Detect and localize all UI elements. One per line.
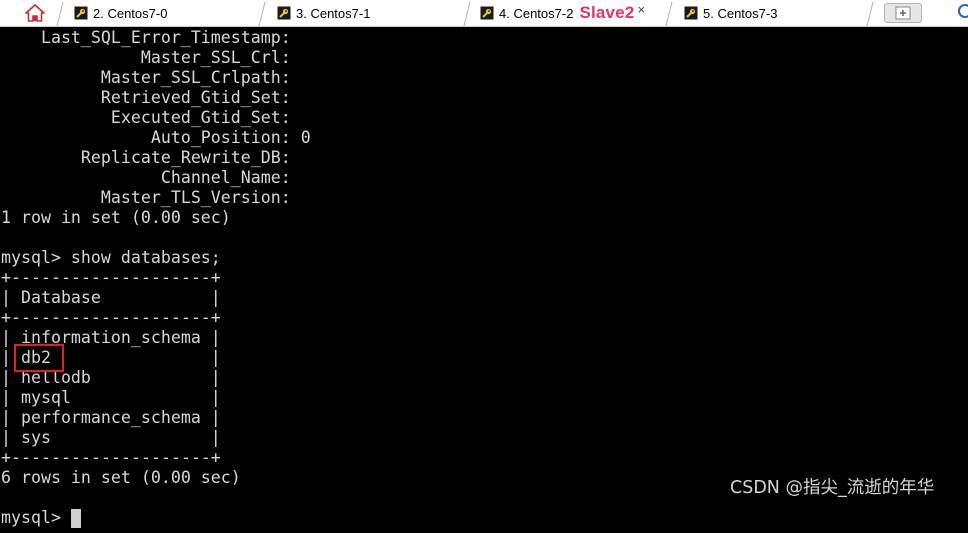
tab-separator xyxy=(56,2,64,26)
db2-highlight-box xyxy=(14,344,64,372)
terminal-line: | performance_schema | xyxy=(1,408,221,427)
tab-label: 4. Centos7-2 xyxy=(499,5,574,21)
terminal-line: Retrieved_Gtid_Set: xyxy=(1,88,301,107)
search-icon xyxy=(958,4,968,18)
tab-centos7-0[interactable]: 2. Centos7-0 xyxy=(74,0,167,26)
close-tab-button[interactable]: × xyxy=(638,2,646,17)
terminal-line: Last_SQL_Error_Timestamp: xyxy=(1,28,301,47)
terminal-line: +--------------------+ xyxy=(1,448,221,467)
terminal-app-window: 2. Centos7-0 3. Centos7-1 4. Centos7-2 S… xyxy=(0,0,968,533)
terminal-line: Executed_Gtid_Set: xyxy=(1,108,301,127)
key-icon xyxy=(684,6,698,20)
key-icon xyxy=(480,6,494,20)
home-button[interactable] xyxy=(20,2,50,24)
home-icon xyxy=(25,4,45,22)
terminal-line: 6 rows in set (0.00 sec) xyxy=(1,468,241,487)
tab-separator xyxy=(258,2,266,26)
terminal-line: Channel_Name: xyxy=(1,168,301,187)
tab-label: 5. Centos7-3 xyxy=(703,5,778,21)
terminal-line: mysql> show databases; xyxy=(1,248,221,267)
terminal-line: +--------------------+ xyxy=(1,308,221,327)
terminal-cursor xyxy=(71,509,81,528)
search-button[interactable] xyxy=(956,2,968,22)
tab-centos7-3[interactable]: 5. Centos7-3 xyxy=(684,0,777,26)
key-icon xyxy=(74,6,88,20)
tab-label: 2. Centos7-0 xyxy=(93,5,168,21)
terminal-line: Master_SSL_Crl: xyxy=(1,48,301,67)
tab-centos7-2[interactable]: 4. Centos7-2 Slave2 × xyxy=(480,0,646,26)
terminal-line: Auto_Position: 0 xyxy=(1,128,311,147)
tab-separator xyxy=(463,2,471,26)
tab-alias-label: Slave2 xyxy=(579,3,635,22)
terminal-line: Master_SSL_Crlpath: xyxy=(1,68,301,87)
terminal-line: 1 row in set (0.00 sec) xyxy=(1,208,231,227)
terminal-line: | mysql | xyxy=(1,388,221,407)
tab-label: 3. Centos7-1 xyxy=(296,5,371,21)
csdn-watermark: CSDN @指尖_流逝的年华 xyxy=(730,478,935,498)
tab-bar: 2. Centos7-0 3. Centos7-1 4. Centos7-2 S… xyxy=(0,0,968,27)
key-icon xyxy=(277,6,291,20)
terminal-line: | sys | xyxy=(1,428,221,447)
terminal-line: | Database | xyxy=(1,288,221,307)
terminal-output[interactable]: Last_SQL_Error_Timestamp: Master_SSL_Crl… xyxy=(0,28,968,533)
tab-separator xyxy=(866,2,874,26)
terminal-line: +--------------------+ xyxy=(1,268,221,287)
terminal-prompt: mysql> xyxy=(1,508,71,527)
new-tab-button[interactable] xyxy=(884,3,922,23)
terminal-line: Replicate_Rewrite_DB: xyxy=(1,148,301,167)
tab-separator xyxy=(665,2,673,26)
new-tab-icon xyxy=(895,6,911,20)
terminal-line: Master_TLS_Version: xyxy=(1,188,301,207)
tab-centos7-1[interactable]: 3. Centos7-1 xyxy=(277,0,370,26)
